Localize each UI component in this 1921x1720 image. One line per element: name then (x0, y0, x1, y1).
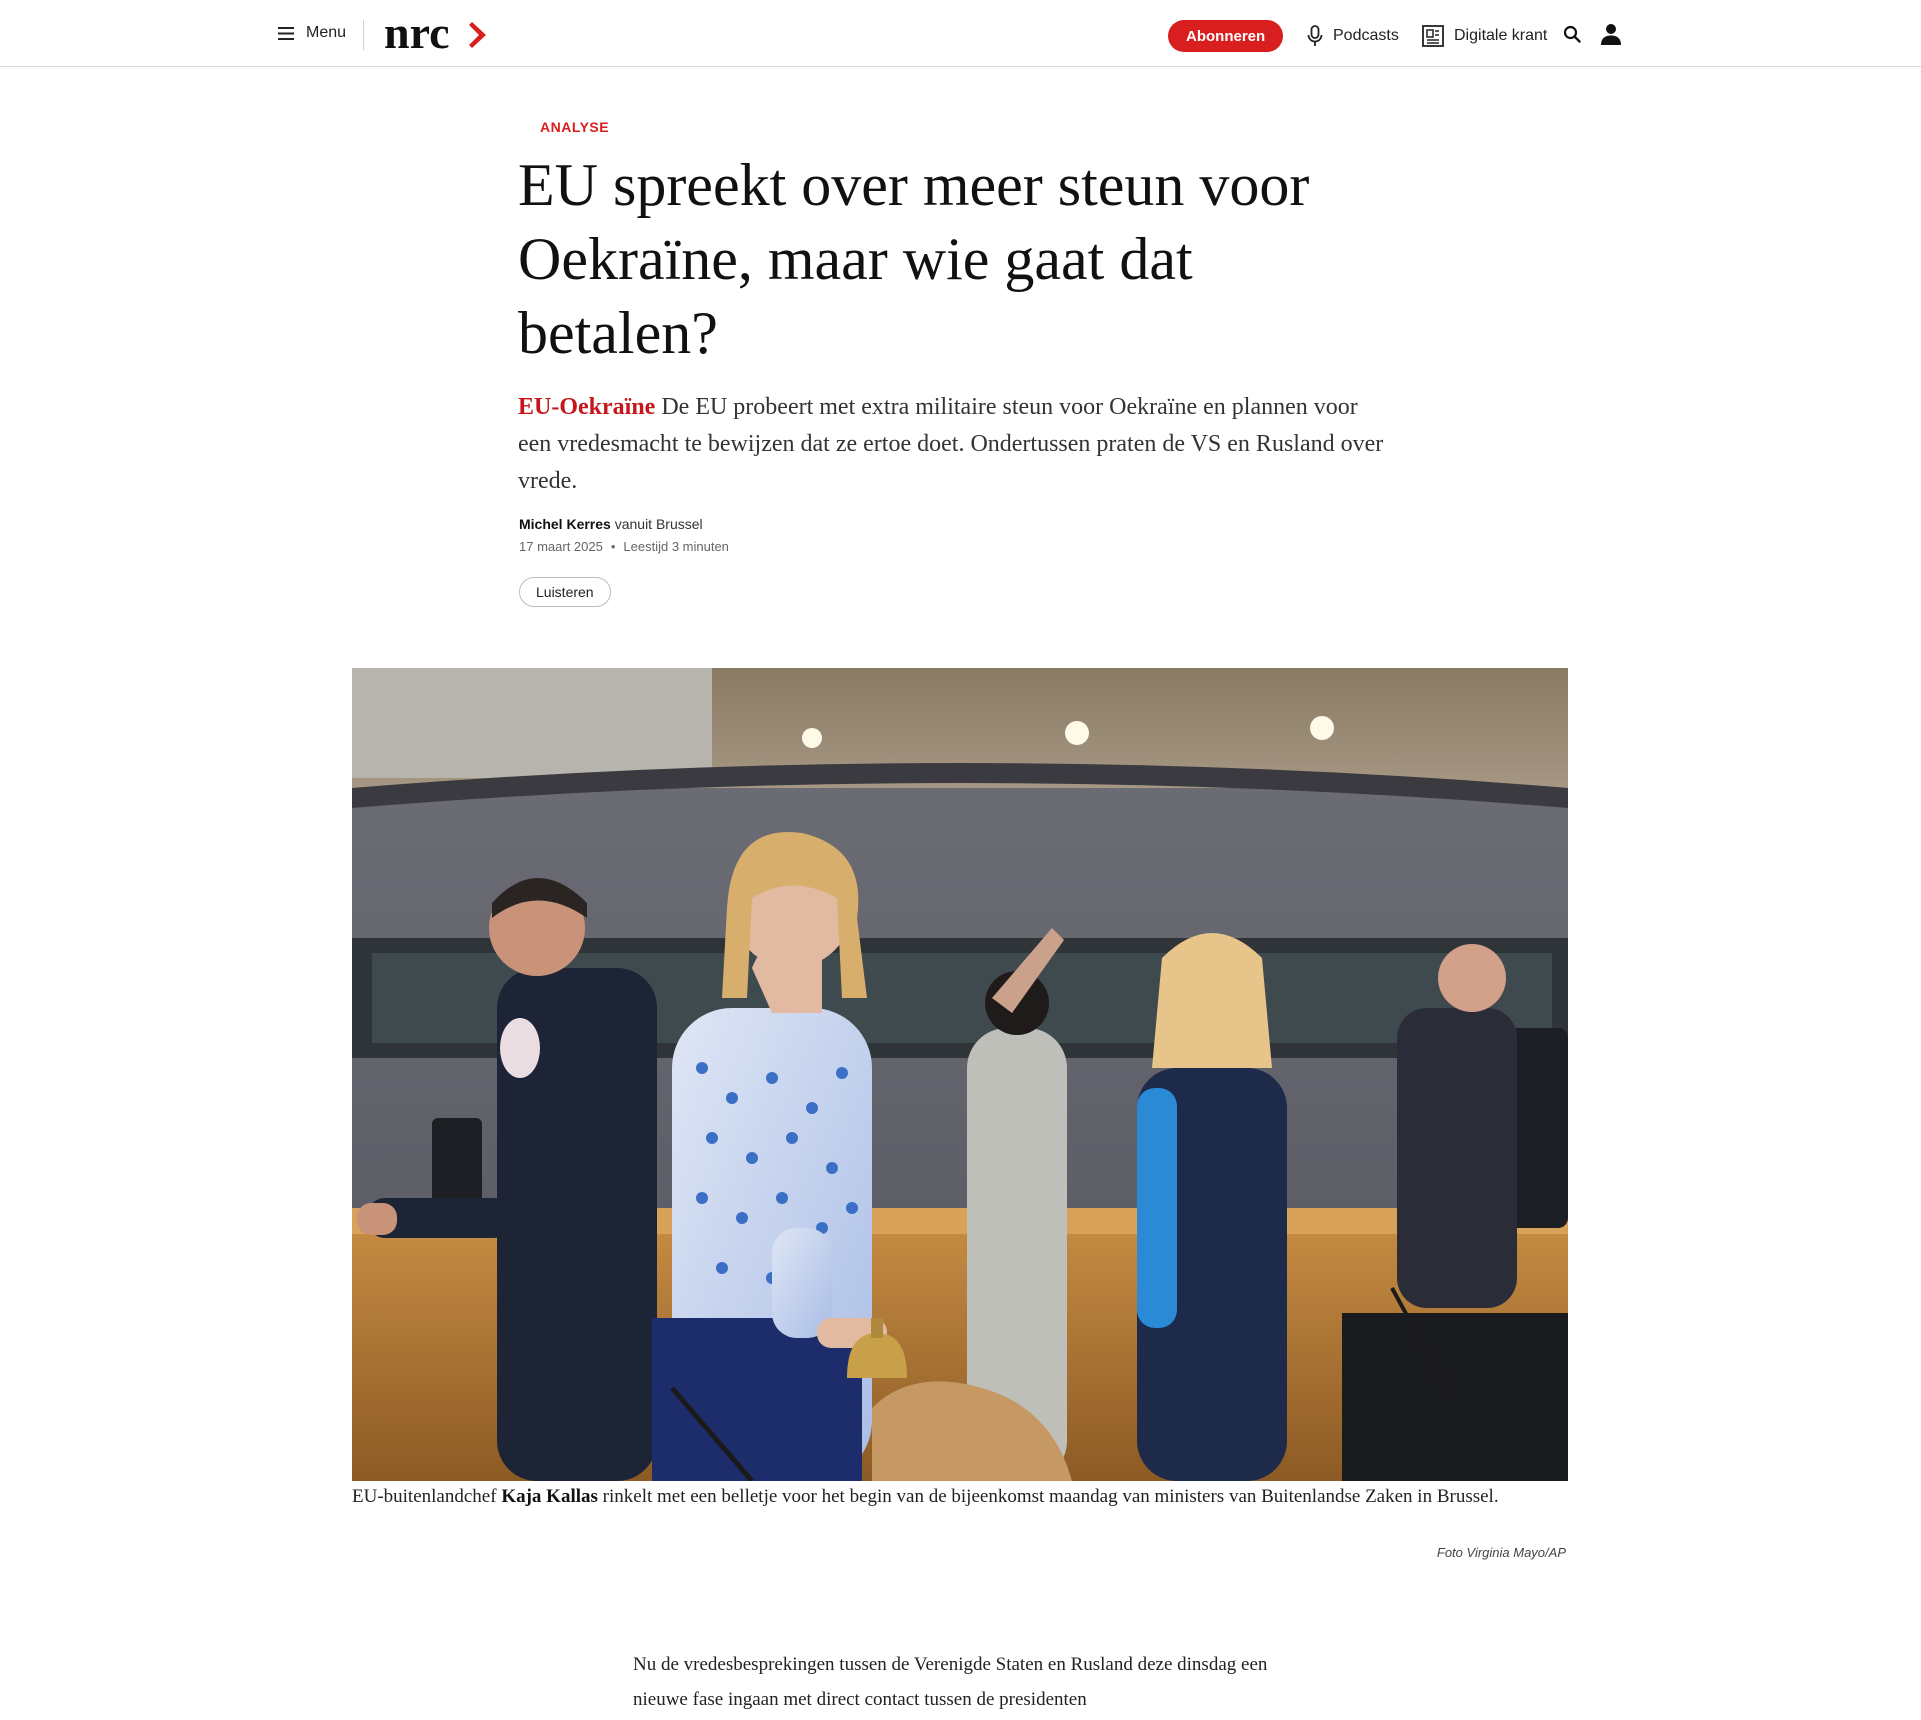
listen-button[interactable]: Luisteren (519, 577, 611, 607)
article-intro: EU-Oekraïne De EU probeert met extra mil… (518, 389, 1388, 500)
digital-newspaper-label: Digitale krant (1454, 27, 1548, 44)
publish-date: 17 maart 2025 (519, 539, 603, 554)
menu-icon (278, 26, 294, 40)
article-body-paragraph: Nu de vredesbesprekingen tussen de Veren… (633, 1654, 1268, 1710)
search-icon (1563, 25, 1581, 48)
microphone-icon (1307, 25, 1333, 47)
article-photo (352, 668, 1568, 1481)
header-divider (363, 20, 364, 50)
search-button[interactable] (1558, 22, 1586, 50)
account-button[interactable] (1597, 22, 1625, 50)
byline: Michel Kerres vanuit Brussel (519, 516, 703, 532)
site-header: Menu nrc Abonneren Podcasts Digitale kra… (0, 0, 1921, 67)
caption-prefix: EU-buitenlandchef (352, 1486, 502, 1507)
podcasts-link[interactable]: Podcasts (1307, 20, 1399, 52)
menu-label: Menu (306, 24, 347, 41)
article-meta: 17 maart 2025 • Leestijd 3 minuten (519, 539, 729, 554)
user-icon (1600, 23, 1622, 50)
article-kicker: ANALYSE (540, 119, 610, 135)
reading-time: Leestijd 3 minuten (623, 539, 729, 554)
topic-tag-link[interactable]: EU-Oekraïne (518, 394, 655, 420)
caption-name: Kaja Kallas (501, 1486, 598, 1507)
nrc-logo[interactable]: nrc (384, 14, 489, 54)
photo-credit: Foto Virginia Mayo/AP (1436, 1545, 1566, 1560)
photo-caption: EU-buitenlandchef Kaja Kallas rinkelt me… (352, 1482, 1568, 1511)
subscribe-button[interactable]: Abonneren (1168, 20, 1284, 52)
byline-location: vanuit Brussel (610, 516, 703, 532)
podcasts-label: Podcasts (1333, 27, 1399, 44)
author-link[interactable]: Michel Kerres (519, 516, 611, 532)
caption-suffix: rinkelt met een belletje voor het begin … (597, 1486, 1499, 1507)
meta-separator: • (610, 539, 616, 554)
article-headline: EU spreekt over meer steun voor Oekraïne… (518, 152, 1310, 366)
digital-newspaper-link[interactable]: Digitale krant (1422, 20, 1547, 52)
logo-text: nrc (384, 14, 450, 54)
menu-button[interactable]: Menu (278, 18, 346, 48)
photo-illustration (352, 668, 1568, 1481)
newspaper-icon (1422, 25, 1454, 47)
